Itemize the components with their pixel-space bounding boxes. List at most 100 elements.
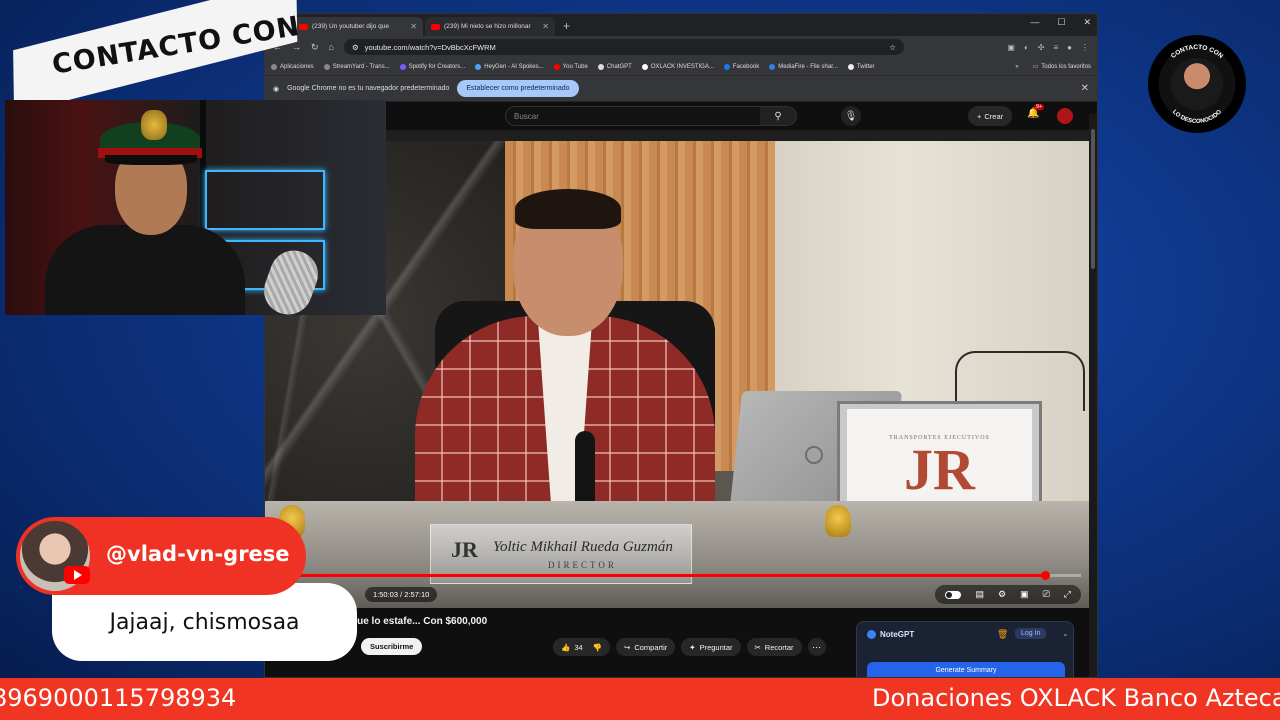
search-icon[interactable]: ⚲: [760, 107, 796, 125]
downloads-icon[interactable]: ≡: [1053, 43, 1058, 52]
microphone-icon[interactable]: 🎙: [841, 106, 861, 126]
bookmark-label: StreamYard - Trans...: [332, 63, 390, 70]
tab-close-icon[interactable]: ✕: [542, 22, 549, 31]
more-bookmarks-chevron-icon[interactable]: »: [1015, 64, 1018, 70]
notegpt-login-button[interactable]: Log In: [1015, 628, 1047, 639]
infobar-text: Google Chrome no es tu navegador predete…: [287, 85, 450, 92]
person-hair: [515, 189, 621, 229]
bookmark-item[interactable]: HeyGen - AI Spokes...: [475, 63, 544, 70]
notegpt-title: NoteGPT: [880, 630, 915, 639]
chevron-down-icon[interactable]: ⌄: [1062, 629, 1069, 638]
tab-video-1[interactable]: (239) Un youtuber dijo que ✕: [293, 17, 423, 36]
tab-video-2[interactable]: (239) Mi nieto se hizo millonar ✕: [425, 17, 555, 36]
tab-title: (239) Mi nieto se hizo millonar: [444, 23, 531, 30]
generate-summary-button[interactable]: Generate Summary: [867, 662, 1065, 677]
youtube-header: Buscar ⚲ 🎙 + Crear 🔔 9+: [265, 102, 1097, 130]
new-tab-button[interactable]: +: [563, 19, 570, 33]
create-button[interactable]: + Crear: [968, 106, 1013, 126]
address-bar[interactable]: ⚙ youtube.com/watch?v=DvBbcXcFWRM ☆: [343, 39, 904, 55]
reload-icon[interactable]: ↻: [311, 42, 319, 53]
home-icon[interactable]: ⌂: [329, 42, 334, 52]
site-info-icon[interactable]: ⚙: [352, 43, 359, 52]
tab-close-icon[interactable]: ✕: [410, 22, 417, 31]
all-bookmarks-folder[interactable]: ▭ Todos los favoritos: [1033, 63, 1091, 71]
scrollbar-thumb[interactable]: [1091, 129, 1095, 269]
bookmark-item[interactable]: Aplicaciones: [271, 63, 314, 70]
plus-icon: +: [977, 111, 982, 121]
extension-icon[interactable]: ▣: [1007, 43, 1015, 52]
mediafire-icon: [769, 63, 776, 70]
window-controls: — ☐ ✕: [1030, 17, 1091, 28]
user-avatar[interactable]: [1057, 108, 1073, 124]
video-progress-bar[interactable]: [275, 571, 1081, 580]
video-progress-fill: [275, 574, 1045, 577]
streamer-body: [45, 225, 245, 315]
bookmark-label: ChatGPT: [606, 63, 632, 70]
bookmark-item[interactable]: MediaFire - File shar...: [769, 63, 838, 70]
oxlack-icon: [641, 63, 648, 70]
bookmark-label: Facebook: [732, 63, 760, 70]
maximize-icon[interactable]: ☐: [1057, 17, 1065, 28]
autoplay-toggle[interactable]: [945, 590, 962, 599]
nameplate-logo: JR: [451, 537, 478, 562]
ask-button[interactable]: ✦ Preguntar: [681, 638, 741, 656]
scissors-icon: ✂: [754, 642, 761, 652]
fullscreen-icon[interactable]: ⤢: [1064, 589, 1071, 600]
twitter-x-icon: [847, 63, 854, 70]
bookmark-star-icon[interactable]: ☆: [889, 43, 896, 52]
player-controls-right: ▤ ⚙ ▣ ⎚ ⤢: [935, 585, 1081, 604]
clip-button[interactable]: ✂ Recortar: [746, 638, 802, 656]
notegpt-panel: NoteGPT 🗑 Log In ⌄ Generate Summary: [856, 621, 1074, 677]
subtitles-icon[interactable]: ▤: [975, 589, 984, 600]
forward-icon[interactable]: →: [292, 42, 301, 52]
bookmark-item[interactable]: You Tube: [553, 63, 588, 70]
youtube-search-input[interactable]: Buscar ⚲: [505, 106, 797, 126]
notifications-bell-icon[interactable]: 🔔 9+: [1027, 104, 1045, 119]
close-window-icon[interactable]: ✕: [1083, 17, 1091, 28]
search-placeholder: Buscar: [514, 111, 539, 121]
browser-toolbar: ← → ↻ ⌂ ⚙ youtube.com/watch?v=DvBbcXcFWR…: [265, 36, 1097, 58]
cast-icon[interactable]: ⎚: [1043, 589, 1050, 600]
share-icon: ↪: [624, 642, 631, 652]
laptop-logo-icon: [805, 446, 823, 464]
trash-icon[interactable]: 🗑: [997, 629, 1008, 640]
bookmark-item[interactable]: Facebook: [723, 63, 760, 70]
cap-badge-icon: [141, 110, 167, 140]
set-default-button[interactable]: Establecer como predeterminado: [457, 80, 579, 97]
cap-visor: [105, 155, 197, 165]
time-display: 1:50:03 / 2:57:10: [365, 587, 438, 602]
bookmark-item[interactable]: Spotify for Creators...: [399, 63, 466, 70]
facebook-icon: [723, 63, 730, 70]
bookmark-item[interactable]: ChatGPT: [597, 63, 632, 70]
video-scrubber-handle[interactable]: [1040, 571, 1050, 580]
bookmark-item[interactable]: Twitter: [847, 63, 875, 70]
share-button[interactable]: ↪ Compartir: [616, 638, 676, 656]
menu-kebab-icon[interactable]: ⋮: [1081, 43, 1089, 52]
extension-icons: ▣ ◐ ✣ ≡ ● ⋮: [1007, 43, 1089, 52]
bookmark-item[interactable]: StreamYard - Trans...: [323, 63, 390, 70]
extension-icon[interactable]: ◐: [1024, 43, 1029, 52]
thumbs-up-icon[interactable]: 👍: [561, 643, 570, 652]
bookmark-label: MediaFire - File shar...: [778, 63, 838, 70]
like-dislike-button[interactable]: 👍 34 👎: [553, 638, 611, 656]
settings-gear-icon[interactable]: ⚙: [998, 589, 1006, 600]
nameplate-title: DIRECTOR: [548, 559, 617, 570]
thumbs-down-icon[interactable]: 👎: [593, 643, 602, 652]
logo-ring-bottom-text: LO DESCONOCIDO: [1171, 109, 1223, 125]
bookmarks-bar: Aplicaciones StreamYard - Trans... Spoti…: [265, 58, 1097, 76]
page-scrollbar[interactable]: [1089, 114, 1097, 677]
notegpt-header: NoteGPT: [867, 630, 914, 639]
infobar-close-icon[interactable]: ✕: [1081, 83, 1089, 94]
tab-strip: ▾ (239) Un youtuber dijo que ✕ (239) Mi …: [265, 14, 1097, 36]
more-actions-icon[interactable]: ⋯: [807, 638, 826, 656]
bookmark-label: You Tube: [562, 63, 588, 70]
minimize-icon[interactable]: —: [1030, 17, 1039, 28]
youtube-favicon-icon: [431, 23, 440, 30]
subscribe-button[interactable]: Suscribirme: [361, 638, 423, 655]
profile-avatar-icon[interactable]: ●: [1067, 43, 1072, 52]
bookmark-item[interactable]: OXLACK INVESTIGA...: [641, 63, 714, 70]
video-player[interactable]: TRANSPORTES EJECUTIVOS JR JR Yoltic Mikh…: [265, 141, 1091, 608]
bookmark-label: Spotify for Creators...: [408, 63, 466, 70]
miniplayer-icon[interactable]: ▣: [1020, 589, 1029, 600]
extensions-puzzle-icon[interactable]: ✣: [1038, 43, 1045, 52]
